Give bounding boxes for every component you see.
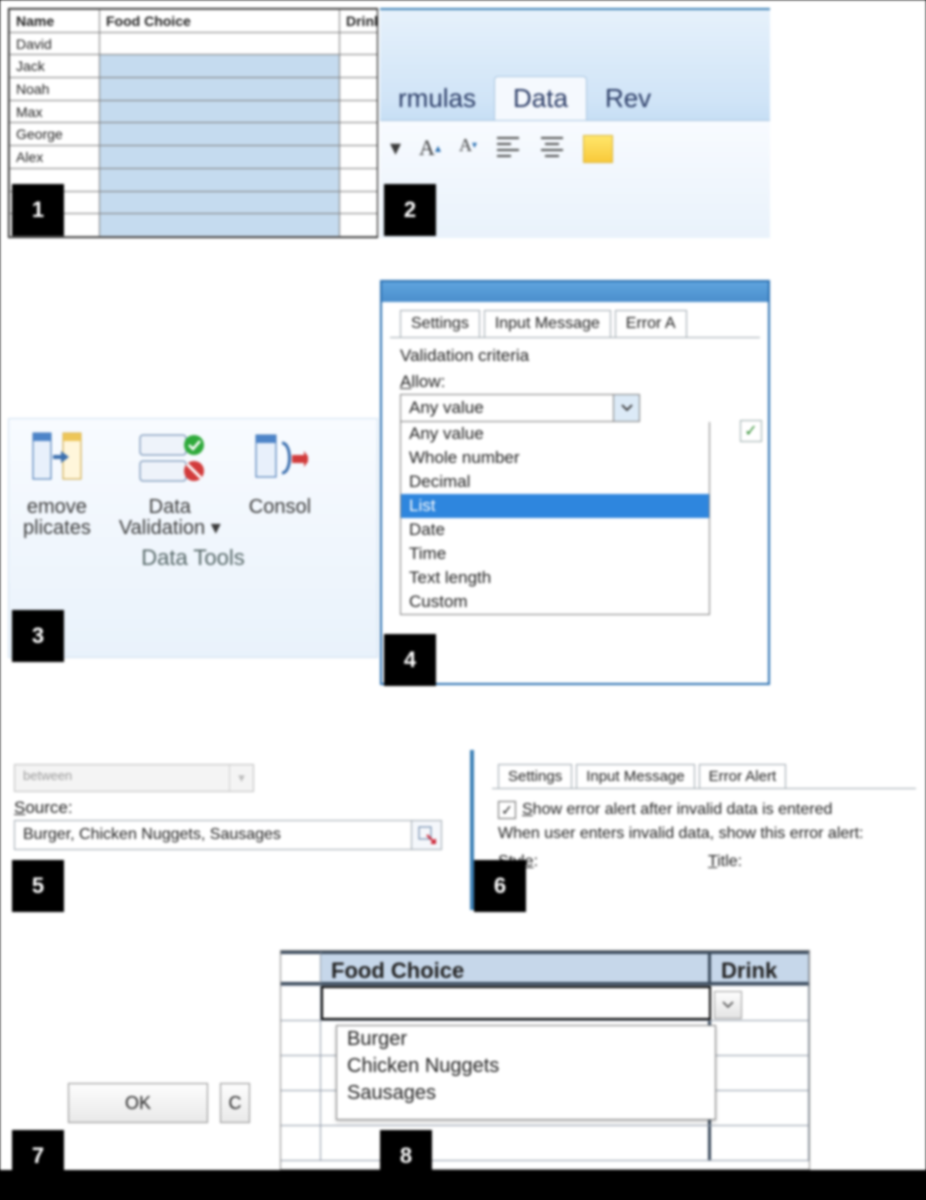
highlight-icon[interactable] xyxy=(583,135,613,163)
tab-review[interactable]: Rev xyxy=(587,77,669,120)
title-label: Title: xyxy=(708,853,742,871)
range-selector-button[interactable] xyxy=(412,820,442,850)
ignore-blank-checkbox[interactable]: ✓ xyxy=(740,420,762,442)
validation-dropdown-list[interactable]: Burger Chicken Nuggets Sausages xyxy=(336,1025,716,1120)
tab-error-alert[interactable]: Error Alert xyxy=(699,764,787,788)
align-center-icon[interactable] xyxy=(539,135,565,157)
tab-settings[interactable]: Settings xyxy=(400,310,480,337)
cell-food[interactable] xyxy=(100,146,340,169)
cell-food[interactable] xyxy=(100,100,340,123)
data-value: between xyxy=(15,765,229,791)
show-error-checkbox[interactable]: ✓ xyxy=(498,801,516,819)
cell-food[interactable] xyxy=(100,32,340,55)
panel-error-alert: Settings Input Message Error Alert ✓ Sho… xyxy=(470,750,926,910)
cell-food[interactable] xyxy=(100,123,340,146)
remove-duplicates-button[interactable]: emoveplicates xyxy=(23,429,91,539)
allow-option[interactable]: Decimal xyxy=(401,470,709,494)
decrease-font-icon[interactable]: A▾ xyxy=(459,135,477,156)
data-validation-button[interactable]: DataValidation ▾ xyxy=(119,429,221,539)
allow-option[interactable]: Any value xyxy=(401,422,709,446)
chevron-down-icon: ▾ xyxy=(229,765,253,791)
step-badge: 5 xyxy=(12,860,64,912)
tab-input-message[interactable]: Input Message xyxy=(484,310,611,337)
col-food: Food Choice xyxy=(321,951,711,985)
step-badge: 4 xyxy=(384,634,436,686)
dropdown-arrow-icon: ▾ xyxy=(211,517,221,539)
cell-name[interactable]: Max xyxy=(10,100,100,123)
data-dropdown: between ▾ xyxy=(14,764,254,792)
allow-option[interactable]: Whole number xyxy=(401,446,709,470)
dropdown-arrow-icon[interactable]: ▾ xyxy=(390,135,401,161)
col-food: Food Choice xyxy=(100,10,340,33)
cell-name[interactable]: Alex xyxy=(10,146,100,169)
tab-error-alert[interactable]: Error A xyxy=(615,310,687,337)
active-cell[interactable] xyxy=(321,986,711,1020)
tab-data[interactable]: Data xyxy=(494,76,587,120)
align-left-icon[interactable] xyxy=(495,135,521,157)
ribbon-group-label: Data Tools xyxy=(9,545,377,571)
cell-name[interactable]: Noah xyxy=(10,78,100,101)
cell-name[interactable]: David xyxy=(10,32,100,55)
cell-name[interactable]: George xyxy=(10,123,100,146)
panel-result-dropdown: Food Choice Drink C Burger Chicken Nugge… xyxy=(280,950,810,1170)
cancel-button[interactable]: C xyxy=(220,1083,250,1123)
col-name: Name xyxy=(10,10,100,33)
bottom-strip xyxy=(0,1170,926,1200)
validation-criteria-label: Validation criteria xyxy=(400,346,750,366)
cell-food[interactable] xyxy=(100,55,340,78)
step-badge: 6 xyxy=(474,860,526,912)
tab-settings[interactable]: Settings xyxy=(498,764,572,788)
dialog-title-bar[interactable] xyxy=(382,282,768,302)
list-item[interactable]: Burger xyxy=(337,1026,715,1053)
cell-food[interactable] xyxy=(100,78,340,101)
list-item[interactable]: Chicken Nuggets xyxy=(337,1053,715,1080)
allow-dropdown-list[interactable]: Any value Whole number Decimal List Date… xyxy=(400,422,710,615)
allow-dropdown[interactable]: Any value xyxy=(400,394,640,422)
consolidate-button[interactable]: Consol xyxy=(249,429,311,539)
allow-option[interactable]: Text length xyxy=(401,566,709,590)
tab-formulas[interactable]: rmulas xyxy=(380,77,494,120)
source-input[interactable]: Burger, Chicken Nuggets, Sausages xyxy=(14,820,412,850)
step-badge: 1 xyxy=(12,184,64,236)
list-item[interactable]: Sausages xyxy=(337,1080,715,1107)
step-badge: 2 xyxy=(384,184,436,236)
allow-value: Any value xyxy=(401,395,613,421)
cell-name[interactable]: Jack xyxy=(10,55,100,78)
col-drink: Drink xyxy=(340,10,379,33)
tab-input-message[interactable]: Input Message xyxy=(576,764,694,788)
col-drink: Drink C xyxy=(711,951,809,985)
increase-font-icon[interactable]: A▴ xyxy=(419,135,441,161)
show-error-label: Show error alert after invalid data is e… xyxy=(522,801,832,819)
allow-option[interactable]: List xyxy=(401,494,709,518)
panel-data-validation-dialog: Settings Input Message Error A Validatio… xyxy=(380,280,770,685)
cell-dropdown-button[interactable] xyxy=(714,991,742,1019)
allow-option[interactable]: Date xyxy=(401,518,709,542)
error-prompt-label: When user enters invalid data, show this… xyxy=(498,825,916,843)
allow-option[interactable]: Custom xyxy=(401,590,709,614)
panel-source: between ▾ Source: Burger, Chicken Nugget… xyxy=(8,760,448,880)
allow-option[interactable]: Time xyxy=(401,542,709,566)
panel-ribbon-tabs: rmulas Data Rev ▾ A▴ A▾ xyxy=(380,8,770,238)
step-badge: 3 xyxy=(12,610,64,662)
excel-table: Name Food Choice Drink David Jack Noah M… xyxy=(9,9,378,237)
chevron-down-icon[interactable] xyxy=(613,395,639,421)
ok-button[interactable]: OK xyxy=(68,1083,208,1123)
